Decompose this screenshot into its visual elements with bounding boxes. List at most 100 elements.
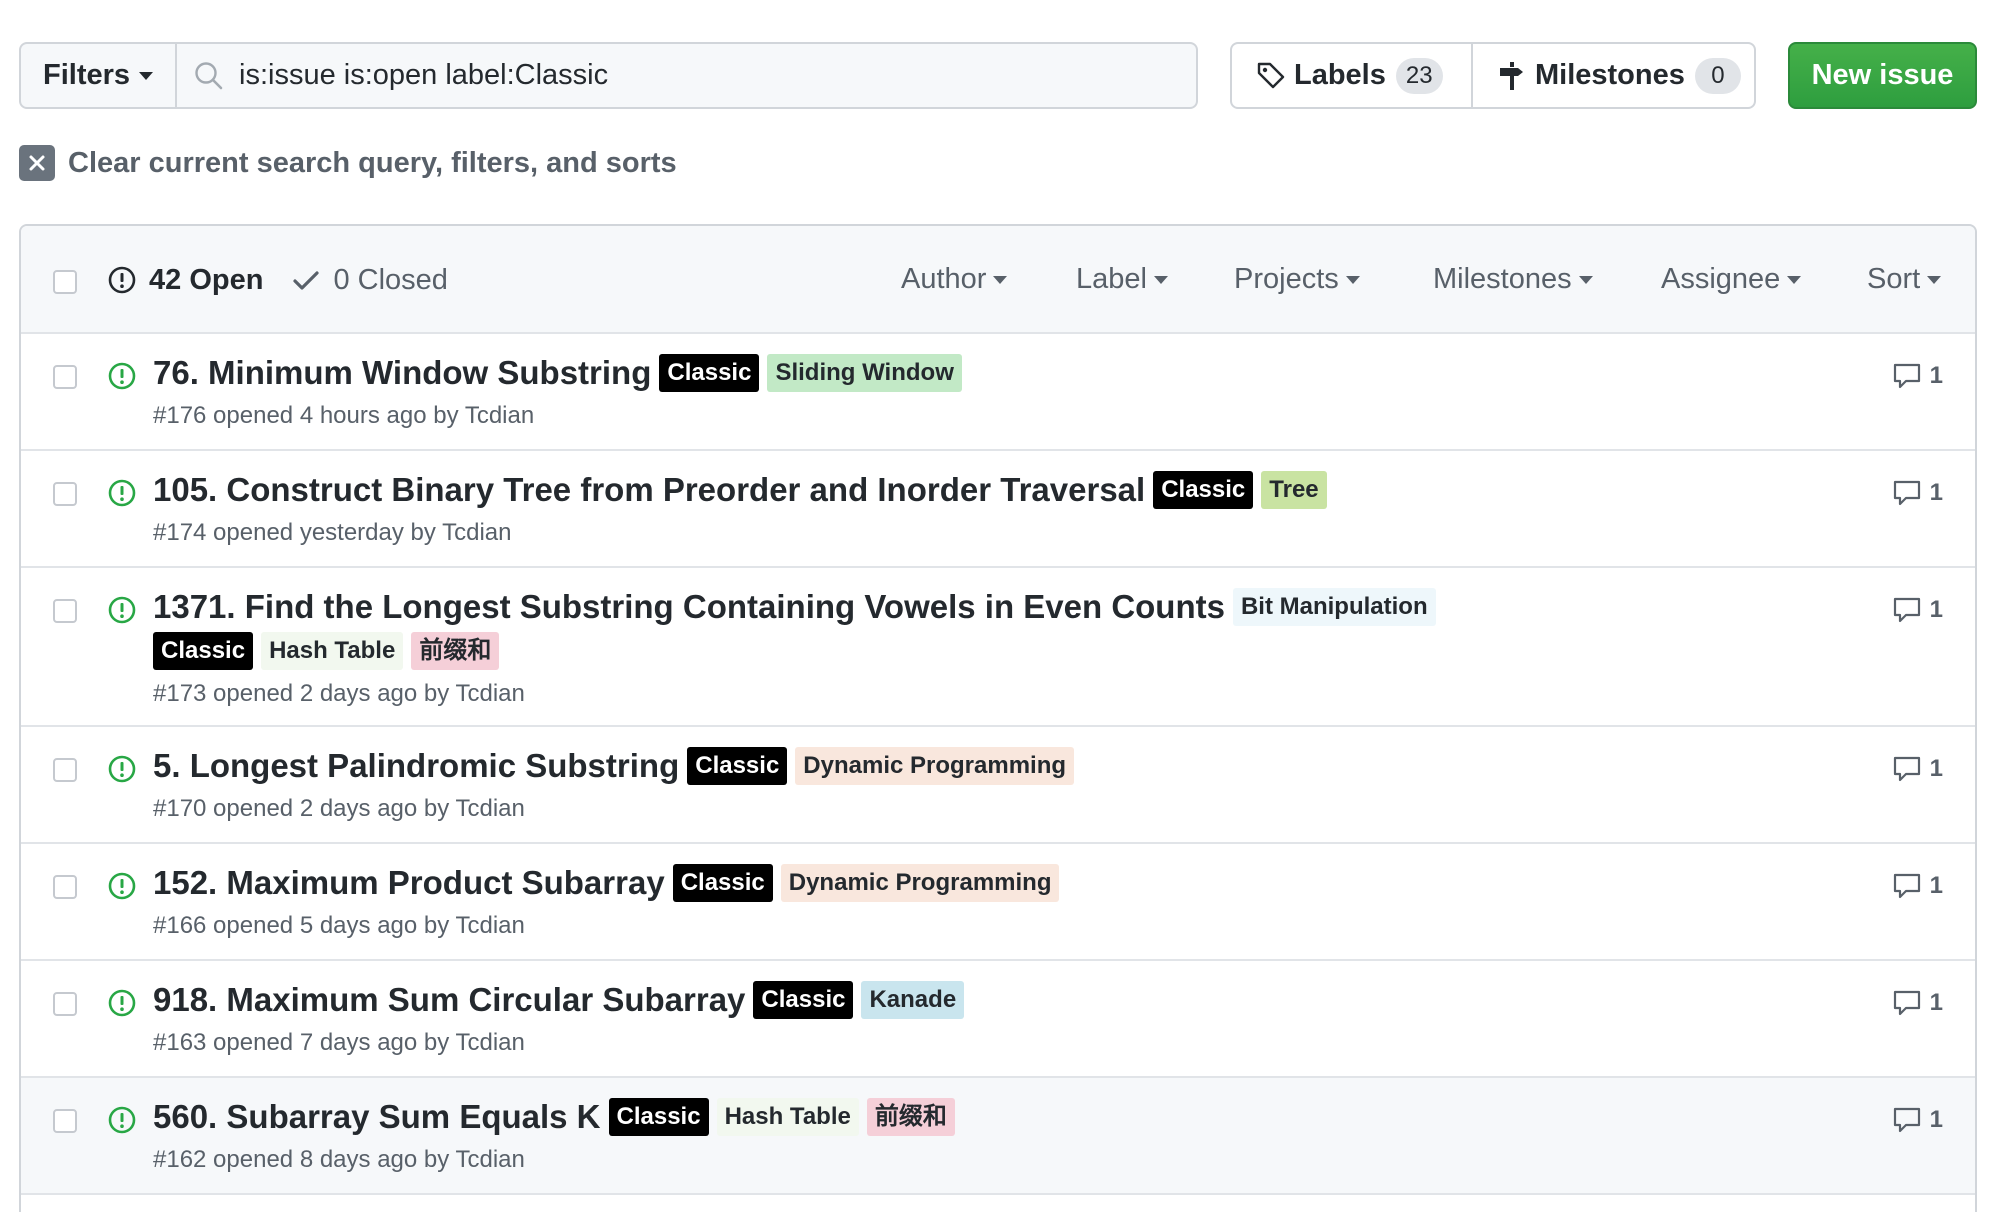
issues-list: 42 Open 0 Closed Author Label Projects M… — [19, 224, 1977, 1212]
issue-rows: 76. Minimum Window Substring Classic Slidi… — [21, 334, 1975, 1195]
issue-meta: #162 opened 8 days ago by Tcdian — [153, 1146, 525, 1173]
milestone-icon — [1500, 61, 1523, 90]
issue-title-link[interactable]: 560. Subarray Sum Equals K — [153, 1098, 601, 1136]
issue-title-link[interactable]: 105. Construct Binary Tree from Preorder… — [153, 471, 1145, 509]
issue-row[interactable]: 5. Longest Palindromic Substring Classic D… — [21, 727, 1975, 844]
issue-row[interactable]: 105. Construct Binary Tree from Preorder… — [21, 451, 1975, 568]
projects-filter-dropdown[interactable]: Projects — [1234, 263, 1360, 296]
issue-label[interactable]: Tree — [1261, 471, 1327, 509]
issue-checkbox[interactable] — [53, 992, 77, 1016]
comment-count: 1 — [1929, 1106, 1943, 1133]
issue-label[interactable]: Classic — [608, 1098, 709, 1136]
check-icon — [293, 271, 320, 290]
issue-opened-icon — [108, 989, 136, 1017]
issue-label[interactable]: 前缀和 — [411, 632, 500, 670]
comment-icon — [1893, 1107, 1920, 1133]
milestones-button[interactable]: Milestones 0 — [1473, 42, 1756, 109]
issue-content: 152. Maximum Product Subarray Classic Dyna… — [153, 864, 1915, 940]
issue-label[interactable]: Dynamic Programming — [795, 747, 1075, 785]
issue-label[interactable]: Classic — [753, 981, 854, 1019]
issue-label[interactable]: Bit Manipulation — [1232, 588, 1436, 626]
author-filter-dropdown[interactable]: Author — [901, 263, 1008, 296]
label-filter-dropdown[interactable]: Label — [1076, 263, 1168, 296]
issue-label[interactable]: Classic — [687, 747, 788, 785]
open-count-label: 42 Open — [149, 263, 264, 296]
issue-meta: #163 opened 7 days ago by Tcdian — [153, 1029, 525, 1056]
issues-page: Filters Labels 23 — [0, 0, 1992, 1212]
assignee-filter-dropdown[interactable]: Assignee — [1661, 263, 1802, 296]
issue-comments-link[interactable]: 1 — [1892, 479, 1943, 507]
issue-label[interactable]: Classic — [153, 632, 254, 670]
issue-content: 76. Minimum Window Substring Classic Slidi… — [153, 354, 1915, 430]
issue-content: 5. Longest Palindromic Substring Classic D… — [153, 747, 1915, 823]
issue-row[interactable]: 1371. Find the Longest Substring Contain… — [21, 568, 1975, 727]
comment-icon — [1893, 597, 1920, 623]
issue-comments-link[interactable]: 1 — [1892, 989, 1943, 1017]
issue-title-line: 76. Minimum Window Substring Classic Slidi… — [153, 354, 1915, 392]
filters-label: Filters — [42, 59, 131, 91]
comment-count: 1 — [1929, 479, 1943, 506]
search-box[interactable] — [177, 42, 1198, 109]
issue-checkbox[interactable] — [53, 482, 77, 506]
issue-label[interactable]: Hash Table — [261, 632, 404, 670]
open-issues-tab[interactable]: 42 Open — [107, 264, 263, 297]
clear-search-link[interactable]: Clear current search query, filters, and… — [19, 145, 677, 181]
issue-title-line: 152. Maximum Product Subarray Classic Dyna… — [153, 864, 1915, 902]
issue-title-link[interactable]: 5. Longest Palindromic Substring — [153, 747, 679, 785]
issue-content: 105. Construct Binary Tree from Preorder… — [153, 471, 1915, 547]
issue-checkbox[interactable] — [53, 758, 77, 782]
issue-title-link[interactable]: 1371. Find the Longest Substring Contain… — [153, 588, 1225, 626]
issue-label[interactable]: Sliding Window — [767, 354, 962, 392]
issue-label[interactable]: Classic — [1153, 471, 1254, 509]
issue-meta: #173 opened 2 days ago by Tcdian — [153, 680, 525, 707]
issue-comments-link[interactable]: 1 — [1892, 872, 1943, 900]
issue-label[interactable]: Kanade — [861, 981, 965, 1019]
issue-label[interactable]: 前缀和 — [866, 1098, 955, 1136]
issue-comments-link[interactable]: 1 — [1892, 596, 1943, 624]
filters-dropdown-button[interactable]: Filters — [19, 42, 177, 109]
milestones-count-badge: 0 — [1694, 57, 1741, 94]
issue-opened-icon — [108, 872, 136, 900]
issue-row[interactable]: 76. Minimum Window Substring Classic Slidi… — [21, 334, 1975, 451]
sort-dropdown[interactable]: Sort — [1867, 263, 1942, 296]
issue-row[interactable]: 152. Maximum Product Subarray Classic Dyna… — [21, 844, 1975, 961]
author-filter-label: Author — [901, 263, 987, 295]
issue-title-link[interactable]: 152. Maximum Product Subarray — [153, 864, 665, 902]
milestones-filter-dropdown[interactable]: Milestones — [1433, 263, 1593, 296]
issue-checkbox[interactable] — [53, 365, 77, 389]
chevron-down-icon — [1927, 275, 1942, 284]
select-all-checkbox[interactable] — [53, 270, 77, 294]
issue-opened-icon — [108, 266, 136, 294]
issue-title-line: 1371. Find the Longest Substring Contain… — [153, 588, 1915, 670]
comment-count: 1 — [1929, 596, 1943, 623]
issue-label[interactable]: Classic — [659, 354, 760, 392]
issue-title-link[interactable]: 918. Maximum Sum Circular Subarray — [153, 981, 745, 1019]
issue-label[interactable]: Dynamic Programming — [780, 864, 1060, 902]
issue-checkbox[interactable] — [53, 875, 77, 899]
issue-opened-icon — [108, 479, 136, 507]
issue-meta: #170 opened 2 days ago by Tcdian — [153, 795, 525, 822]
issue-checkbox[interactable] — [53, 1109, 77, 1133]
comment-count: 1 — [1929, 755, 1943, 782]
issue-comments-link[interactable]: 1 — [1892, 362, 1943, 390]
issue-comments-link[interactable]: 1 — [1892, 1106, 1943, 1134]
issues-list-header: 42 Open 0 Closed Author Label Projects M… — [21, 226, 1975, 334]
search-icon — [195, 61, 223, 89]
issue-row[interactable]: 918. Maximum Sum Circular Subarray Classi… — [21, 961, 1975, 1078]
issue-title-line: 5. Longest Palindromic Substring Classic D… — [153, 747, 1915, 785]
closed-issues-tab[interactable]: 0 Closed — [291, 264, 448, 297]
search-filter-group: Filters — [19, 42, 1198, 109]
issue-comments-link[interactable]: 1 — [1892, 755, 1943, 783]
issue-title-link[interactable]: 76. Minimum Window Substring — [153, 354, 651, 392]
label-filter-label: Label — [1076, 263, 1147, 295]
issue-label[interactable]: Hash Table — [716, 1098, 859, 1136]
issue-label[interactable]: Classic — [672, 864, 773, 902]
issue-row[interactable]: 560. Subarray Sum Equals K Classic Hash Ta… — [21, 1078, 1975, 1195]
chevron-down-icon — [1787, 275, 1802, 284]
issue-checkbox[interactable] — [53, 599, 77, 623]
labels-button[interactable]: Labels 23 — [1230, 42, 1473, 109]
new-issue-button[interactable]: New issue — [1788, 42, 1977, 109]
projects-filter-label: Projects — [1234, 263, 1339, 295]
search-input[interactable] — [239, 59, 1139, 92]
clear-search-label: Clear current search query, filters, and… — [68, 146, 677, 179]
